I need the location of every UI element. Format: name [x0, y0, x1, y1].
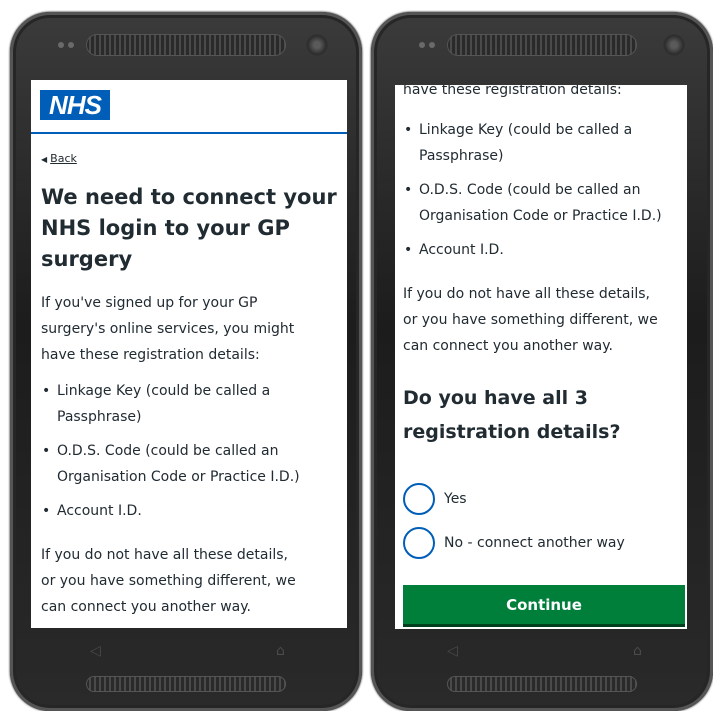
- radio-label-no[interactable]: No - connect another way: [444, 535, 625, 551]
- speaker-grille: [447, 34, 637, 56]
- back-link-label: Back: [50, 152, 77, 165]
- details-list: Linkage Key (could be called a Passphras…: [41, 378, 300, 532]
- nav-home-icon[interactable]: ⌂: [633, 644, 642, 658]
- speaker-grille: [86, 34, 286, 56]
- screen-left: NHS ◀ Back We need to connect your NHS lo…: [31, 80, 347, 628]
- bottom-speaker-grille: [86, 676, 286, 692]
- note-paragraph: If you do not have all these details, or…: [41, 542, 296, 620]
- nhs-logo[interactable]: NHS: [40, 90, 110, 120]
- sensor-dots: [419, 42, 435, 48]
- back-link[interactable]: ◀ Back: [41, 152, 77, 165]
- list-item-line: Passphrase): [57, 409, 142, 425]
- phone-right: have these registration details: Linkage…: [371, 12, 713, 711]
- note-line: or you have something different, we: [41, 573, 296, 589]
- list-item-line: Organisation Code or Practice I.D.): [419, 208, 662, 224]
- page-title: We need to connect your NHS login to you…: [41, 185, 337, 271]
- list-item-line: Organisation Code or Practice I.D.): [57, 469, 300, 485]
- nav-back-icon[interactable]: ◁: [90, 644, 101, 658]
- details-list: Linkage Key (could be called a Passphras…: [403, 117, 662, 271]
- intro-line: have these registration details:: [41, 347, 260, 363]
- list-item-line: Account I.D.: [419, 242, 504, 258]
- note-paragraph: If you do not have all these details, or…: [403, 281, 658, 359]
- note-line: can connect you another way.: [403, 338, 613, 354]
- site-header: NHS: [31, 80, 347, 134]
- radio-label-yes[interactable]: Yes: [444, 491, 467, 507]
- question-heading: Do you have all 3 registration details?: [403, 387, 621, 443]
- list-item: Account I.D.: [41, 498, 300, 524]
- nav-back-icon[interactable]: ◁: [447, 644, 458, 658]
- intro-paragraph-tail: have these registration details:: [403, 85, 622, 103]
- list-item-line: Linkage Key (could be called a: [419, 122, 633, 138]
- screen-right: have these registration details: Linkage…: [395, 85, 687, 629]
- nav-home-icon[interactable]: ⌂: [276, 644, 285, 658]
- intro-line: surgery's online services, you might: [41, 321, 295, 337]
- list-item-line: Linkage Key (could be called a: [57, 383, 271, 399]
- list-item-line: Passphrase): [419, 148, 504, 164]
- bottom-speaker-grille: [447, 676, 637, 692]
- front-camera: [306, 34, 328, 56]
- list-item: O.D.S. Code (could be called an Organisa…: [41, 438, 300, 490]
- list-item: O.D.S. Code (could be called an Organisa…: [403, 177, 662, 229]
- intro-line: If you've signed up for your GP: [41, 295, 258, 311]
- list-item: Linkage Key (could be called a Passphras…: [403, 117, 662, 169]
- phone-left: NHS ◀ Back We need to connect your NHS lo…: [10, 12, 362, 711]
- list-item-line: O.D.S. Code (could be called an: [419, 182, 641, 198]
- back-chevron-icon: ◀: [41, 155, 48, 164]
- intro-paragraph: If you've signed up for your GP surgery'…: [41, 290, 294, 368]
- note-line: can connect you another way.: [41, 599, 251, 615]
- list-item: Linkage Key (could be called a Passphras…: [41, 378, 300, 430]
- radio-circle-no[interactable]: [403, 527, 435, 559]
- radio-no[interactable]: No - connect another way: [403, 527, 625, 559]
- radio-circle-yes[interactable]: [403, 483, 435, 515]
- note-line: If you do not have all these details,: [41, 547, 288, 563]
- intro-line: have these registration details:: [403, 85, 622, 98]
- note-line: or you have something different, we: [403, 312, 658, 328]
- continue-button[interactable]: Continue: [403, 585, 685, 627]
- list-item: Account I.D.: [403, 237, 662, 263]
- note-line: If you do not have all these details,: [403, 286, 650, 302]
- sensor-dots: [58, 42, 74, 48]
- radio-yes[interactable]: Yes: [403, 483, 467, 515]
- list-item-line: Account I.D.: [57, 503, 142, 519]
- front-camera: [663, 34, 685, 56]
- list-item-line: O.D.S. Code (could be called an: [57, 443, 279, 459]
